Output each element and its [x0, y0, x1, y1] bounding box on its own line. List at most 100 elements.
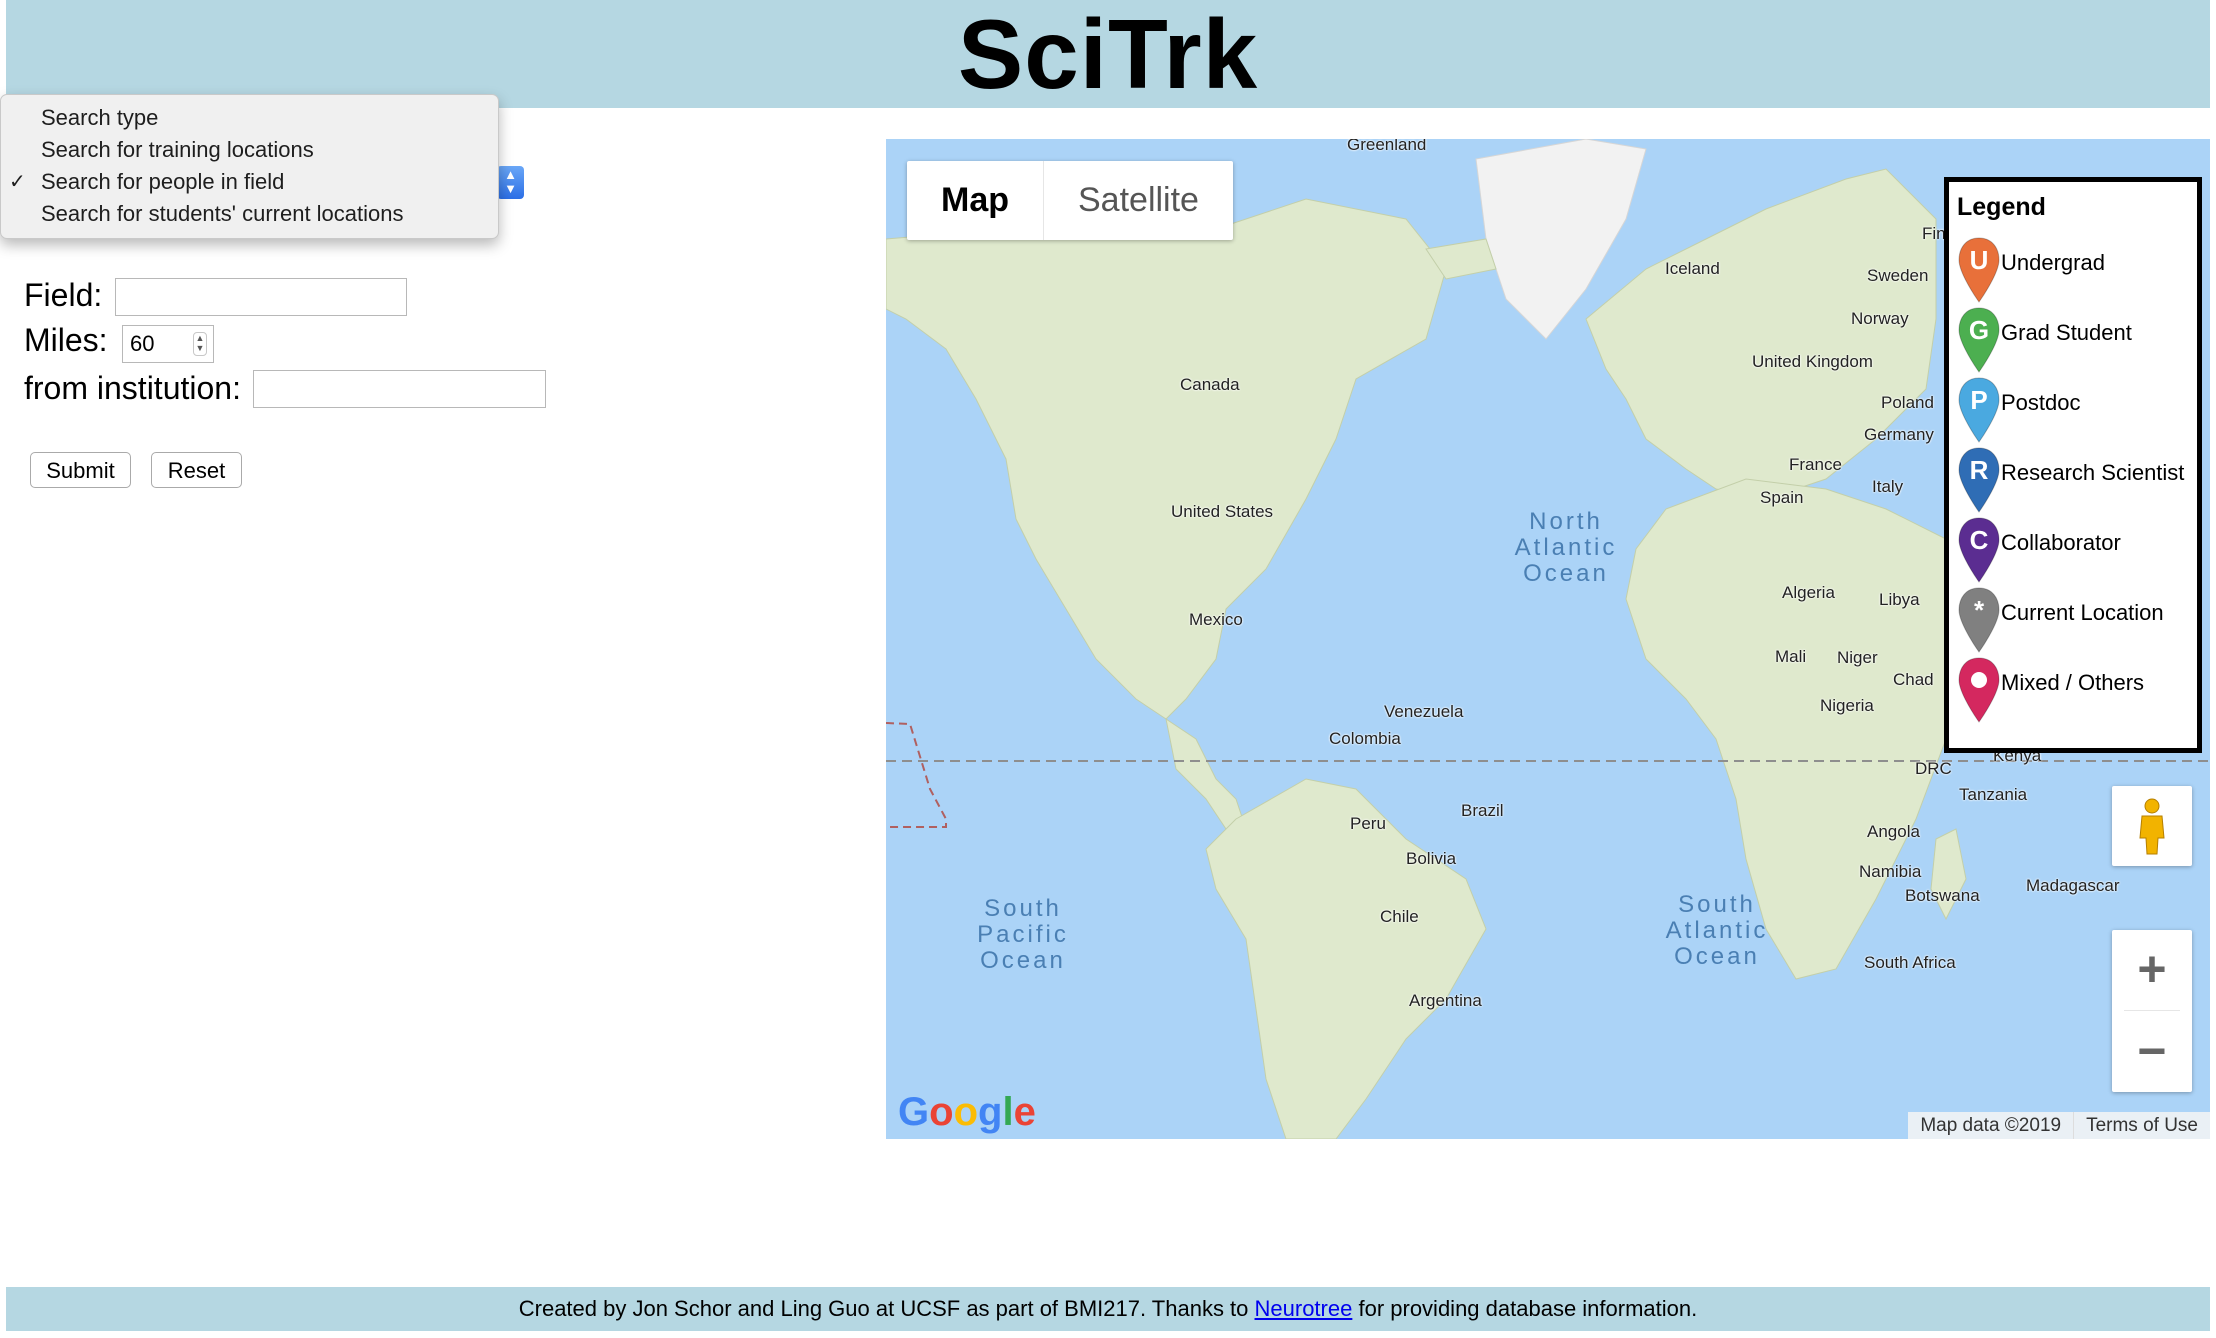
svg-text:R: R — [1970, 455, 1989, 485]
zoom-out-button[interactable]: − — [2112, 1012, 2192, 1092]
map[interactable]: Greenland Iceland Sweden Norway Fin Unit… — [886, 139, 2210, 1139]
legend-item-postdoc: P Postdoc — [1957, 376, 2197, 446]
label-argentina: Argentina — [1409, 991, 1482, 1010]
legend-item-undergrad: U Undergrad — [1957, 236, 2197, 306]
label-poland: Poland — [1881, 393, 1934, 412]
label-algeria: Algeria — [1782, 583, 1835, 602]
label-chad: Chad — [1893, 670, 1934, 689]
label-iceland: Iceland — [1665, 259, 1720, 278]
legend-label-collaborator: Collaborator — [2001, 530, 2121, 555]
option-people-in-field[interactable]: ✓ Search for people in field — [1, 166, 498, 198]
label-drc: DRC — [1915, 759, 1952, 778]
label-canada: Canada — [1180, 375, 1240, 394]
field-input[interactable] — [115, 278, 407, 316]
land-south-america — [1205, 778, 1487, 1139]
legend-title: Legend — [1957, 193, 2046, 221]
legend-label-mixed-others: Mixed / Others — [2001, 670, 2145, 695]
postdoc-marker-icon: P — [1958, 377, 2000, 443]
legend-label-grad-student: Grad Student — [2001, 320, 2132, 345]
label-bolivia: Bolivia — [1406, 849, 1457, 868]
label-sweden: Sweden — [1867, 266, 1929, 285]
label-libya: Libya — [1879, 590, 1920, 609]
svg-text:C: C — [1970, 525, 1989, 555]
legend-label-undergrad: Undergrad — [2001, 250, 2105, 275]
label-italy: Italy — [1872, 477, 1904, 496]
map-type-map-button[interactable]: Map — [907, 161, 1043, 240]
field-label: Field: — [24, 277, 103, 313]
current-location-marker-icon: * — [1958, 587, 2000, 653]
legend-item-research-scientist: R Research Scientist — [1957, 446, 2197, 516]
svg-text:U: U — [1970, 245, 1989, 275]
label-tanzania: Tanzania — [1959, 785, 2028, 804]
legend-item-collaborator: C Collaborator — [1957, 516, 2197, 586]
legend-label-postdoc: Postdoc — [2001, 390, 2081, 415]
legend-item-current-location: * Current Location — [1957, 586, 2197, 656]
label-united-states: United States — [1171, 502, 1274, 521]
label-spain: Spain — [1760, 488, 1804, 507]
map-data-attribution[interactable]: Map data ©2019 — [1908, 1112, 2074, 1139]
legend-item-mixed-others: Mixed / Others — [1957, 656, 2197, 726]
miles-value: 60 — [130, 331, 155, 356]
footer-text-after: for providing database information. — [1352, 1296, 1698, 1321]
pegman-icon — [2139, 798, 2165, 855]
grad-student-marker-icon: G — [1958, 307, 2000, 373]
reset-button[interactable]: Reset — [151, 452, 242, 488]
research-scientist-marker-icon: R — [1958, 447, 2000, 513]
option-search-type[interactable]: Search type — [1, 102, 498, 134]
label-angola: Angola — [1867, 822, 1920, 841]
site-footer: Created by Jon Schor and Ling Guo at UCS… — [6, 1287, 2210, 1331]
site-title: SciTrk — [957, 0, 1259, 109]
ocean-south-pacific: South Pacific Ocean — [977, 895, 1069, 974]
zoom-divider — [2124, 1010, 2180, 1011]
label-south-africa: South Africa — [1864, 953, 1956, 972]
label-greenland: Greenland — [1347, 139, 1427, 154]
miles-stepper[interactable]: ▲ ▼ — [193, 332, 207, 356]
label-namibia: Namibia — [1859, 862, 1922, 881]
map-attribution: Map data ©2019 Terms of Use — [1908, 1112, 2210, 1139]
label-norway: Norway — [1851, 309, 1909, 328]
zoom-control: + − — [2112, 930, 2192, 1092]
site-header: SciTrk — [6, 0, 2210, 108]
ocean-north-atlantic: North Atlantic Ocean — [1514, 508, 1618, 587]
mixed-others-marker-icon — [1958, 657, 2000, 723]
miles-input[interactable]: 60 ▲ ▼ — [122, 325, 214, 363]
label-niger: Niger — [1837, 648, 1878, 667]
label-fin: Fin — [1922, 224, 1946, 243]
label-nigeria: Nigeria — [1820, 696, 1874, 715]
search-type-dropdown[interactable]: Search type Search for training location… — [0, 94, 499, 239]
google-logo: Google — [898, 1090, 1036, 1134]
label-brazil: Brazil — [1461, 801, 1504, 820]
option-training-locations[interactable]: Search for training locations — [1, 134, 498, 166]
street-view-pegman-button[interactable] — [2112, 786, 2192, 866]
option-people-in-field-label: Search for people in field — [41, 169, 285, 194]
select-arrows-icon[interactable]: ▲ ▼ — [497, 166, 524, 199]
label-colombia: Colombia — [1329, 729, 1401, 748]
label-chile: Chile — [1380, 907, 1419, 926]
legend-label-current-location: Current Location — [2001, 600, 2164, 625]
terms-of-use-link[interactable]: Terms of Use — [2073, 1112, 2210, 1139]
map-legend: Legend U Undergrad G Grad Student P Postdoc R R… — [1944, 177, 2202, 753]
label-germany: Germany — [1864, 425, 1934, 444]
map-type-satellite-button[interactable]: Satellite — [1043, 161, 1233, 240]
date-line-boundary — [886, 722, 947, 828]
map-type-control: Map Satellite — [907, 161, 1233, 240]
option-students-current-locations[interactable]: Search for students' current locations — [1, 198, 498, 230]
label-mexico: Mexico — [1189, 610, 1243, 629]
label-venezuela: Venezuela — [1384, 702, 1464, 721]
undergrad-marker-icon: U — [1958, 237, 2000, 303]
ocean-south-atlantic: South Atlantic Ocean — [1665, 891, 1769, 970]
legend-item-grad-student: G Grad Student — [1957, 306, 2197, 376]
zoom-in-button[interactable]: + — [2112, 930, 2192, 1010]
footer-text-before: Created by Jon Schor and Ling Guo at UCS… — [518, 1296, 1255, 1321]
miles-label: Miles: — [24, 322, 108, 358]
svg-text:G: G — [1969, 315, 1989, 345]
land-central-america — [1165, 717, 1247, 830]
submit-button[interactable]: Submit — [30, 452, 131, 488]
svg-text:*: * — [1974, 595, 1985, 625]
legend-label-research-scientist: Research Scientist — [2001, 460, 2185, 485]
label-france: France — [1789, 455, 1842, 474]
neurotree-link[interactable]: Neurotree — [1255, 1296, 1353, 1321]
label-madagascar: Madagascar — [2026, 876, 2120, 895]
label-botswana: Botswana — [1905, 886, 1980, 905]
institution-input[interactable] — [253, 370, 546, 408]
